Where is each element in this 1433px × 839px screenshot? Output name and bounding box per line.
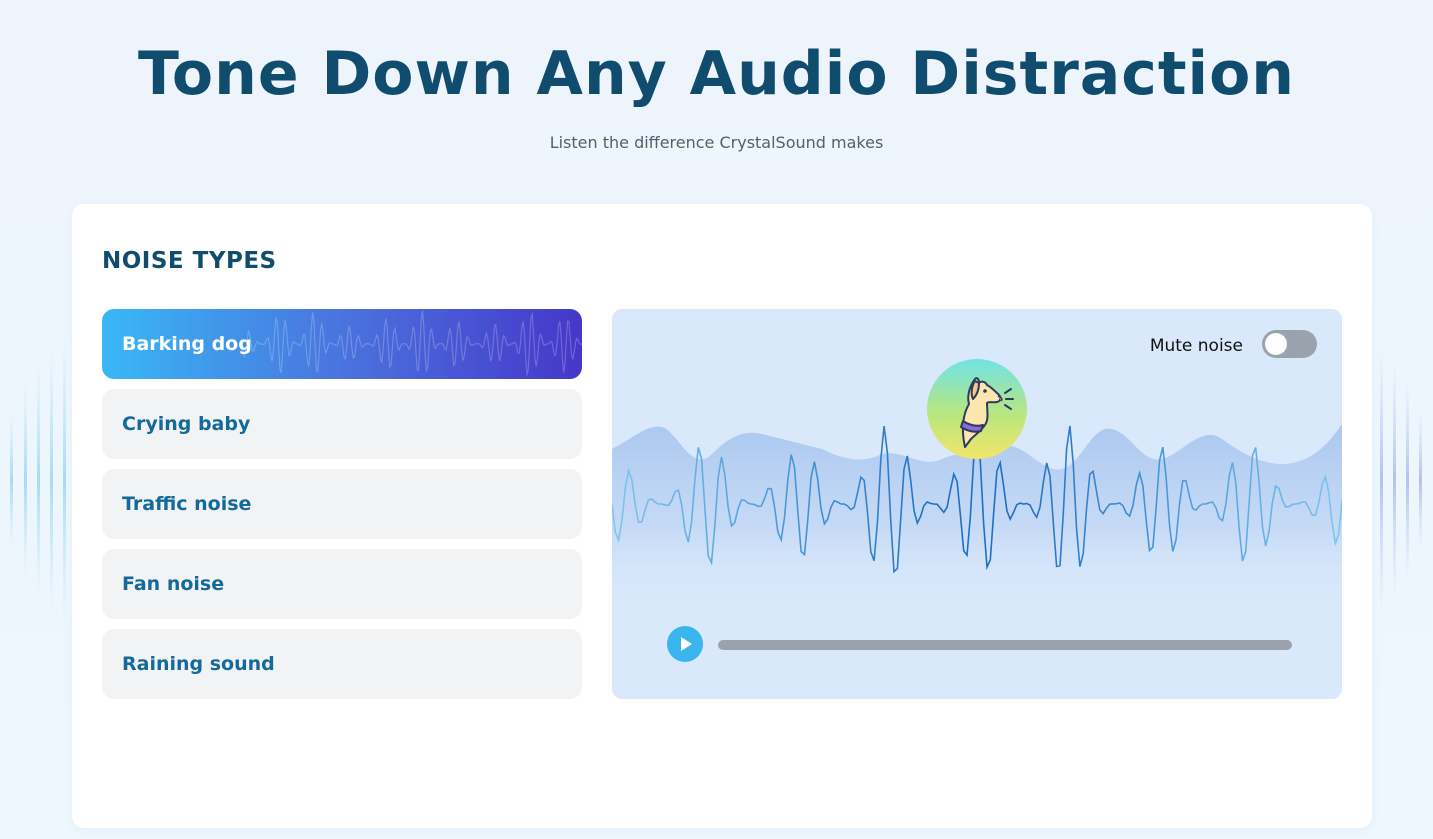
noise-item-raining-sound[interactable]: Raining sound	[102, 629, 582, 699]
decorative-wave-left	[10, 330, 66, 630]
noise-type-list: Barking dog Crying baby Traffic noise Fa…	[102, 309, 582, 709]
demo-card: NOISE TYPES Barking dog Crying baby Traf…	[72, 204, 1372, 828]
noise-item-label: Traffic noise	[122, 493, 252, 515]
noise-item-traffic-noise[interactable]: Traffic noise	[102, 469, 582, 539]
active-item-wave	[242, 310, 582, 376]
page-title: Tone Down Any Audio Distraction	[137, 39, 1296, 109]
play-icon	[681, 637, 692, 651]
noise-item-fan-noise[interactable]: Fan noise	[102, 549, 582, 619]
barking-dog-icon	[927, 359, 1027, 459]
toggle-knob	[1265, 333, 1287, 355]
play-button[interactable]	[667, 626, 703, 662]
noise-item-label: Barking dog	[122, 333, 252, 355]
mute-noise-label: Mute noise	[1149, 336, 1243, 356]
noise-item-crying-baby[interactable]: Crying baby	[102, 389, 582, 459]
noise-item-label: Crying baby	[122, 413, 251, 435]
progress-bar[interactable]	[718, 640, 1292, 650]
noise-item-barking-dog[interactable]: Barking dog	[102, 309, 582, 379]
noise-item-label: Fan noise	[122, 573, 225, 595]
audio-player: Mute noise	[612, 309, 1342, 699]
section-title: NOISE TYPES	[102, 248, 277, 274]
noise-item-label: Raining sound	[122, 653, 275, 675]
mute-noise-toggle[interactable]	[1262, 330, 1317, 358]
page-subtitle: Listen the difference CrystalSound makes	[549, 133, 884, 152]
